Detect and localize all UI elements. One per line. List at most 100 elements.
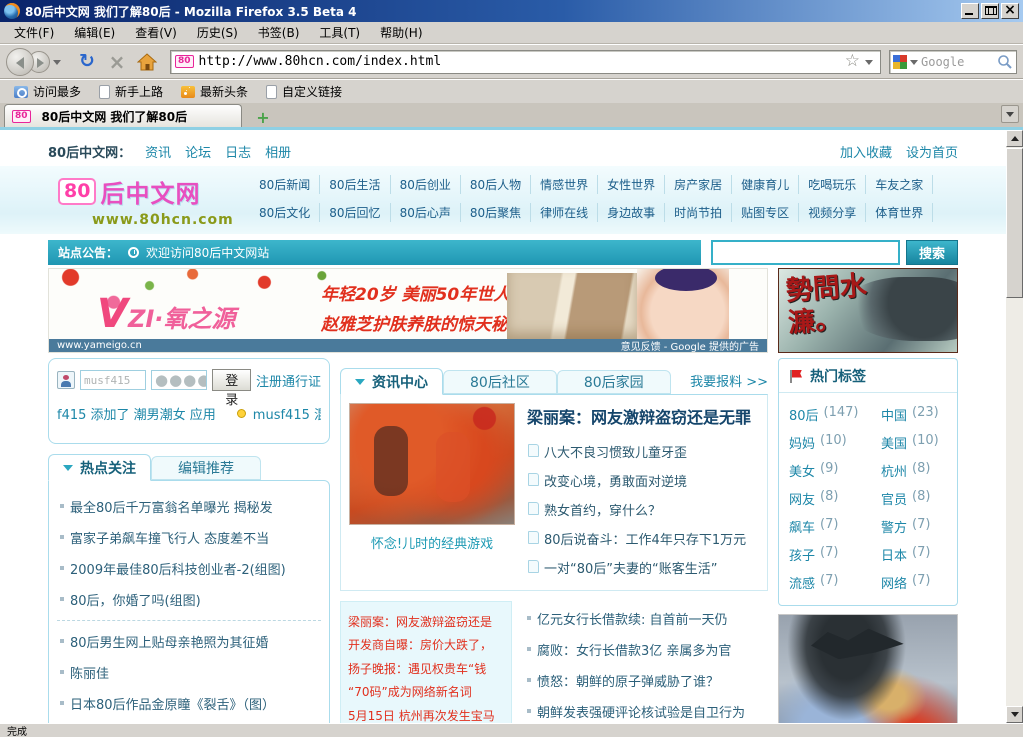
menu-view[interactable]: 查看(V) (125, 21, 187, 44)
back-button[interactable] (6, 47, 34, 76)
tab-news-center[interactable]: 资讯中心 (340, 368, 443, 395)
tab-homeland[interactable]: 80后家园 (556, 370, 671, 394)
vertical-scrollbar[interactable] (1006, 130, 1023, 723)
search-engine-dropdown-icon[interactable] (910, 59, 918, 69)
highlight-item[interactable]: “70码”成为网络新名词 (348, 681, 504, 704)
site-search-input[interactable] (711, 240, 900, 265)
nav-link[interactable]: 80后心声 (391, 203, 461, 222)
banner-ad[interactable]: VZI·氧之源 年轻20岁 美丽50年世人震惊 赵雅芝护肤养肤的惊天秘密 www… (48, 268, 768, 353)
nav-link[interactable]: 吃喝玩乐 (799, 175, 867, 194)
nav-link[interactable]: 80后聚焦 (461, 203, 532, 222)
register-link[interactable]: 注册通行证 (256, 371, 321, 390)
password-field[interactable]: ●●●●● (151, 370, 208, 390)
top-link-album[interactable]: 相册 (265, 142, 291, 161)
ticker-item[interactable]: musf415 混 (253, 404, 321, 423)
nav-link[interactable]: 女性世界 (598, 175, 666, 194)
highlight-item[interactable]: 5月15日 杭州再次发生宝马 (348, 705, 504, 723)
nav-link[interactable]: 车友之家 (866, 175, 934, 194)
nav-link[interactable]: 80后生活 (320, 175, 391, 194)
news-item[interactable]: 朝鲜发表强硬评论核试验是自卫行为 (524, 696, 768, 723)
announce-text[interactable]: 欢迎访问80后中文网站 (146, 244, 269, 261)
tab-community[interactable]: 80后社区 (443, 370, 557, 394)
menu-help[interactable]: 帮助(H) (370, 21, 432, 44)
top-link-blog[interactable]: 日志 (225, 142, 251, 161)
url-input[interactable] (198, 54, 843, 69)
new-tab-button[interactable] (250, 107, 276, 127)
set-homepage-link[interactable]: 设为首页 (906, 142, 958, 161)
list-item[interactable]: 2009年最佳80后科技创业者-2(组图) (57, 553, 321, 584)
url-bar[interactable]: 80 ☆ (170, 49, 881, 74)
nav-link[interactable]: 体育世界 (866, 203, 934, 222)
scroll-down-button[interactable] (1006, 706, 1023, 723)
list-item[interactable]: 最全80后千万富翁名单曝光 揭秘发 (57, 491, 321, 522)
menu-edit[interactable]: 编辑(E) (64, 21, 125, 44)
highlight-item[interactable]: 开发商自曝：房价大跌了， (348, 634, 504, 657)
tag-item[interactable]: 网络 (7) (881, 573, 930, 592)
tab-editor-picks[interactable]: 编辑推荐 (151, 456, 261, 480)
bookmark-most-visited[interactable]: 访问最多 (6, 81, 89, 102)
minimize-button[interactable] (961, 3, 979, 19)
highlight-item[interactable]: 梁丽案：网友激辩盗窃还是 (348, 611, 504, 634)
news-item[interactable]: 腐败：女行长借款3亿 亲属多为官 (524, 634, 768, 665)
scroll-thumb[interactable] (1006, 148, 1023, 298)
bookmark-star-icon[interactable]: ☆ (845, 53, 860, 70)
ticker-item[interactable]: f415 添加了 潮男潮女 应用 (57, 404, 216, 423)
search-magnifier-icon[interactable] (997, 54, 1013, 70)
news-item[interactable]: 八大不良习惯致儿童牙歪 (527, 437, 759, 466)
nav-link[interactable]: 80后创业 (391, 175, 461, 194)
top-link-forum[interactable]: 论坛 (185, 142, 211, 161)
nav-link[interactable]: 80后新闻 (250, 175, 321, 194)
url-dropdown-icon[interactable] (865, 59, 873, 69)
news-item[interactable]: 80后说奋斗：工作4年只存下1万元 (527, 524, 759, 553)
list-item[interactable]: 陈丽佳 (57, 657, 321, 688)
tag-item[interactable]: 流感 (7) (789, 573, 881, 592)
news-headline[interactable]: 梁丽案：网友激辩盗窃还是无罪 (527, 404, 759, 428)
tag-item[interactable]: 飙车 (7) (789, 517, 881, 536)
stop-button[interactable]: × (104, 49, 130, 75)
bookmark-latest-headlines[interactable]: 最新头条 (173, 81, 256, 102)
tab-hot-focus[interactable]: 热点关注 (48, 454, 151, 481)
news-photo[interactable] (349, 403, 515, 525)
banner-advertiser-url[interactable]: www.yameigo.cn (57, 340, 142, 351)
nav-link[interactable]: 情感世界 (531, 175, 599, 194)
tag-item[interactable]: 孩子 (7) (789, 545, 881, 564)
list-item[interactable]: 大一的女生因为太饥渴用黄瓜自慰被 (57, 719, 321, 723)
tag-item[interactable]: 妈妈 (10) (789, 433, 881, 452)
list-item[interactable]: 富家子弟飙车撞飞行人 态度差不当 (57, 522, 321, 553)
nav-link[interactable]: 房产家居 (665, 175, 733, 194)
bookmark-getting-started[interactable]: 新手上路 (91, 81, 171, 102)
nav-link[interactable]: 80后人物 (461, 175, 532, 194)
nav-link[interactable]: 80后回忆 (320, 203, 391, 222)
history-dropdown-icon[interactable] (53, 59, 61, 69)
ad-feedback-link[interactable]: 意见反馈 - Google 提供的广告 (621, 338, 759, 352)
username-input[interactable] (80, 370, 146, 390)
web-search-input[interactable] (921, 54, 997, 69)
tag-item[interactable]: 杭州 (8) (881, 461, 930, 480)
tag-item[interactable]: 警方 (7) (881, 517, 930, 536)
tag-item[interactable]: 美女 (9) (789, 461, 881, 480)
menu-history[interactable]: 历史(S) (187, 21, 248, 44)
restore-button[interactable] (981, 3, 999, 19)
menu-tools[interactable]: 工具(T) (309, 21, 370, 44)
nav-link[interactable]: 80后文化 (250, 203, 321, 222)
nav-link[interactable]: 视频分享 (799, 203, 867, 222)
nav-link[interactable]: 贴图专区 (732, 203, 800, 222)
tag-item[interactable]: 美国 (10) (881, 433, 939, 452)
sidebar-photo[interactable] (778, 614, 958, 723)
bookmark-custom-links[interactable]: 自定义链接 (258, 81, 350, 102)
home-button[interactable] (134, 49, 160, 75)
tag-item[interactable]: 中国 (23) (881, 405, 939, 424)
photo-caption[interactable]: 怀念!儿时的经典游戏 (349, 525, 515, 554)
tag-item[interactable]: 日本 (7) (881, 545, 930, 564)
tab-80hcn[interactable]: 80 80后中文网 我们了解80后 (4, 104, 242, 127)
menu-bookmarks[interactable]: 书签(B) (248, 21, 310, 44)
scroll-up-button[interactable] (1006, 130, 1023, 147)
report-tip-link[interactable]: 我要报料 >> (690, 371, 768, 390)
tab-list-dropdown[interactable] (1001, 105, 1019, 123)
highlight-item[interactable]: 扬子晚报：遇见权贵车“钱 (348, 658, 504, 681)
list-item[interactable]: 日本80后作品金原瞳《裂舌》（图） (57, 688, 321, 719)
nav-link[interactable]: 身边故事 (598, 203, 666, 222)
menu-file[interactable]: 文件(F) (4, 21, 64, 44)
add-favorite-link[interactable]: 加入收藏 (840, 142, 892, 161)
news-item[interactable]: 愤怒：朝鲜的原子弹威胁了谁？ (524, 665, 768, 696)
